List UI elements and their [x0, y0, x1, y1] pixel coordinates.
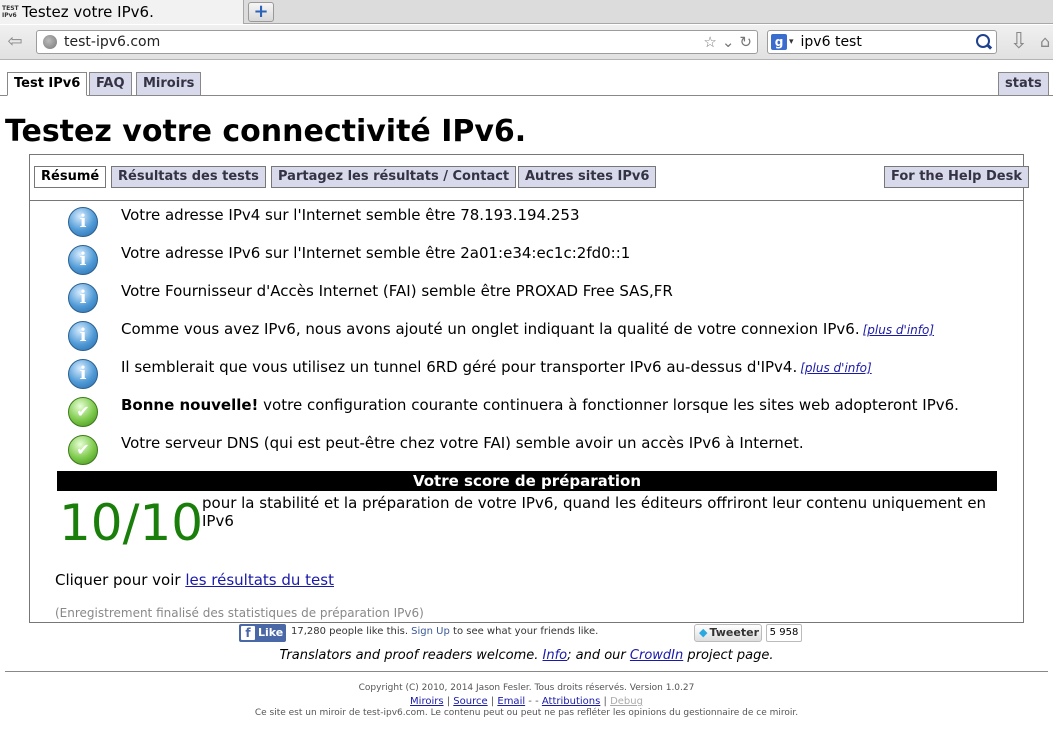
result-ipv6: i Votre adresse IPv6 sur l'Internet semb… [68, 243, 1008, 281]
facebook-signup-link[interactable]: Sign Up [411, 626, 450, 637]
back-arrow-icon: ⇦ [7, 31, 23, 52]
footer-links: Miroirs | Source | Email - - Attribution… [0, 696, 1053, 707]
footer-link-source[interactable]: Source [453, 696, 487, 707]
result-text: votre configuration courante continuera … [258, 396, 959, 414]
result-text-line: Il semblerait que vous utilisez un tunne… [121, 357, 872, 378]
checkmark-icon: ✔ [68, 435, 98, 465]
stats-finalized-note: (Enregistrement finalisé des statistique… [55, 606, 424, 620]
browser-tab[interactable]: TEST IPv6 Testez votre IPv6. [0, 0, 244, 24]
info-icon: i [68, 359, 98, 389]
translators-pre: Translators and proof readers welcome. [279, 648, 543, 663]
footer-link-email[interactable]: Email [497, 696, 525, 707]
view-results-line: Cliquer pour voir les résultats du test [55, 571, 334, 589]
tweet-button[interactable]: ◆ Tweeter [694, 624, 762, 642]
globe-icon [43, 35, 57, 49]
tab-resultats[interactable]: Résultats des tests [111, 166, 266, 188]
tab-help-desk[interactable]: For the Help Desk [884, 166, 1030, 188]
back-button[interactable]: ⇦ [4, 31, 26, 53]
google-engine-icon[interactable]: g [771, 34, 787, 50]
info-icon: i [68, 321, 98, 351]
address-bar[interactable]: test-ipv6.com ☆ ⌄ ↻ [36, 30, 758, 54]
footer-sep: - - [525, 696, 542, 707]
tab-faq[interactable]: FAQ [89, 72, 132, 96]
like-label: Like [258, 626, 284, 639]
result-dns: ✔ Votre serveur DNS (qui est peut-être c… [68, 433, 1008, 471]
result-ipv6-tab: i Comme vous avez IPv6, nous avons ajout… [68, 319, 1008, 357]
translators-note: Translators and proof readers welcome. I… [0, 648, 1053, 663]
score-description: pour la stabilité et la préparation de v… [202, 494, 987, 530]
result-ipv4: i Votre adresse IPv4 sur l'Internet semb… [68, 205, 1008, 243]
history-dropdown-icon[interactable]: ⌄ [722, 33, 735, 51]
result-text: Comme vous avez IPv6, nous avons ajouté … [121, 320, 860, 338]
result-text: Votre Fournisseur d'Accès Internet (FAI)… [121, 282, 673, 300]
result-text: Il semblerait que vous utilisez un tunne… [121, 358, 798, 376]
footer-sep: | [487, 696, 498, 707]
twitter-bird-icon: ◆ [699, 626, 708, 639]
good-news-label: Bonne nouvelle! [121, 396, 259, 414]
result-text: Votre adresse IPv4 sur l'Internet semble… [121, 206, 580, 224]
mirror-note: Ce site est un miroir de test-ipv6.com. … [254, 708, 799, 718]
footer-sep: | [443, 696, 454, 707]
tab-test-ipv6[interactable]: Test IPv6 [7, 72, 88, 96]
copyright: Copyright (C) 2010, 2014 Jason Fesler. T… [358, 683, 695, 693]
more-info-link[interactable]: [plus d'info] [800, 361, 871, 375]
result-text: Votre adresse IPv6 sur l'Internet semble… [121, 244, 631, 262]
browser-tab-title: Testez votre IPv6. [22, 3, 154, 21]
tab-partagez[interactable]: Partagez les résultats / Contact [271, 166, 517, 188]
panel-tabs: Résumé Résultats des tests Partagez les … [30, 155, 1030, 201]
translators-post: project page. [683, 648, 774, 663]
download-icon[interactable]: ⇩ [1008, 30, 1030, 54]
tab-miroirs[interactable]: Miroirs [136, 72, 202, 96]
new-tab-button[interactable]: + [248, 2, 274, 22]
facebook-like-button[interactable]: f Like [239, 624, 286, 642]
result-text-line: Bonne nouvelle! votre configuration cour… [121, 395, 959, 415]
footer-sep: | [600, 696, 611, 707]
score-header: Votre score de préparation [57, 471, 997, 491]
info-icon: i [68, 245, 98, 275]
search-input[interactable]: ipv6 test [801, 34, 975, 50]
result-text: Votre serveur DNS (qui est peut-être che… [121, 434, 804, 452]
footer-link-attributions[interactable]: Attributions [542, 696, 600, 707]
result-isp: i Votre Fournisseur d'Accès Internet (FA… [68, 281, 1008, 319]
info-link[interactable]: Info [543, 648, 568, 663]
reload-icon[interactable]: ↻ [739, 33, 752, 51]
translators-mid: ; and our [567, 648, 630, 663]
site-navigation: Test IPv6 FAQ Miroirs stats [0, 72, 1053, 96]
result-text-line: Comme vous avez IPv6, nous avons ajouté … [121, 319, 934, 340]
results-list: i Votre adresse IPv4 sur l'Internet semb… [68, 205, 1008, 471]
footer-link-miroirs[interactable]: Miroirs [410, 696, 444, 707]
engine-dropdown-icon[interactable]: ▾ [789, 37, 794, 47]
view-results-link[interactable]: les résultats du test [185, 571, 334, 589]
site-favicon-icon: TEST IPv6 [2, 5, 19, 19]
tab-autres-sites[interactable]: Autres sites IPv6 [518, 166, 657, 188]
more-info-link[interactable]: [plus d'info] [863, 323, 934, 337]
navigation-toolbar: ⇦ test-ipv6.com ☆ ⌄ ↻ g ▾ ipv6 test ⇩ ⌂ [0, 25, 1053, 60]
info-icon: i [68, 207, 98, 237]
checkmark-icon: ✔ [68, 397, 98, 427]
like-count-text: 17,280 people like this. [291, 626, 412, 637]
search-icon[interactable] [975, 33, 993, 51]
readiness-score: 10/10 [59, 494, 204, 552]
search-bar[interactable]: g ▾ ipv6 test [767, 30, 997, 54]
bookmark-star-icon[interactable]: ☆ [703, 33, 716, 51]
result-good-news: ✔ Bonne nouvelle! votre configuration co… [68, 395, 1008, 433]
facebook-like-text: 17,280 people like this. Sign Up to see … [291, 626, 598, 637]
home-icon[interactable]: ⌂ [1040, 30, 1053, 54]
like-suffix-text: to see what your friends like. [449, 626, 599, 637]
result-6rd-tunnel: i Il semblerait que vous utilisez un tun… [68, 357, 1008, 395]
crowdin-link[interactable]: CrowdIn [630, 648, 683, 663]
tweet-count: 5 958 [766, 624, 802, 642]
info-icon: i [68, 283, 98, 313]
browser-tab-strip: TEST IPv6 Testez votre IPv6. + [0, 0, 1053, 24]
tweet-label: Tweeter [709, 626, 759, 639]
facebook-icon: f [241, 626, 255, 640]
footer-divider [5, 671, 1048, 672]
tab-resume[interactable]: Résumé [34, 166, 107, 188]
click-prefix: Cliquer pour voir [55, 571, 186, 589]
url-text[interactable]: test-ipv6.com [64, 34, 703, 50]
tab-stats[interactable]: stats [998, 72, 1049, 96]
page-title: Testez votre connectivité IPv6. [5, 114, 527, 149]
footer-link-debug[interactable]: Debug [610, 696, 643, 707]
results-panel: Résumé Résultats des tests Partagez les … [29, 154, 1030, 623]
